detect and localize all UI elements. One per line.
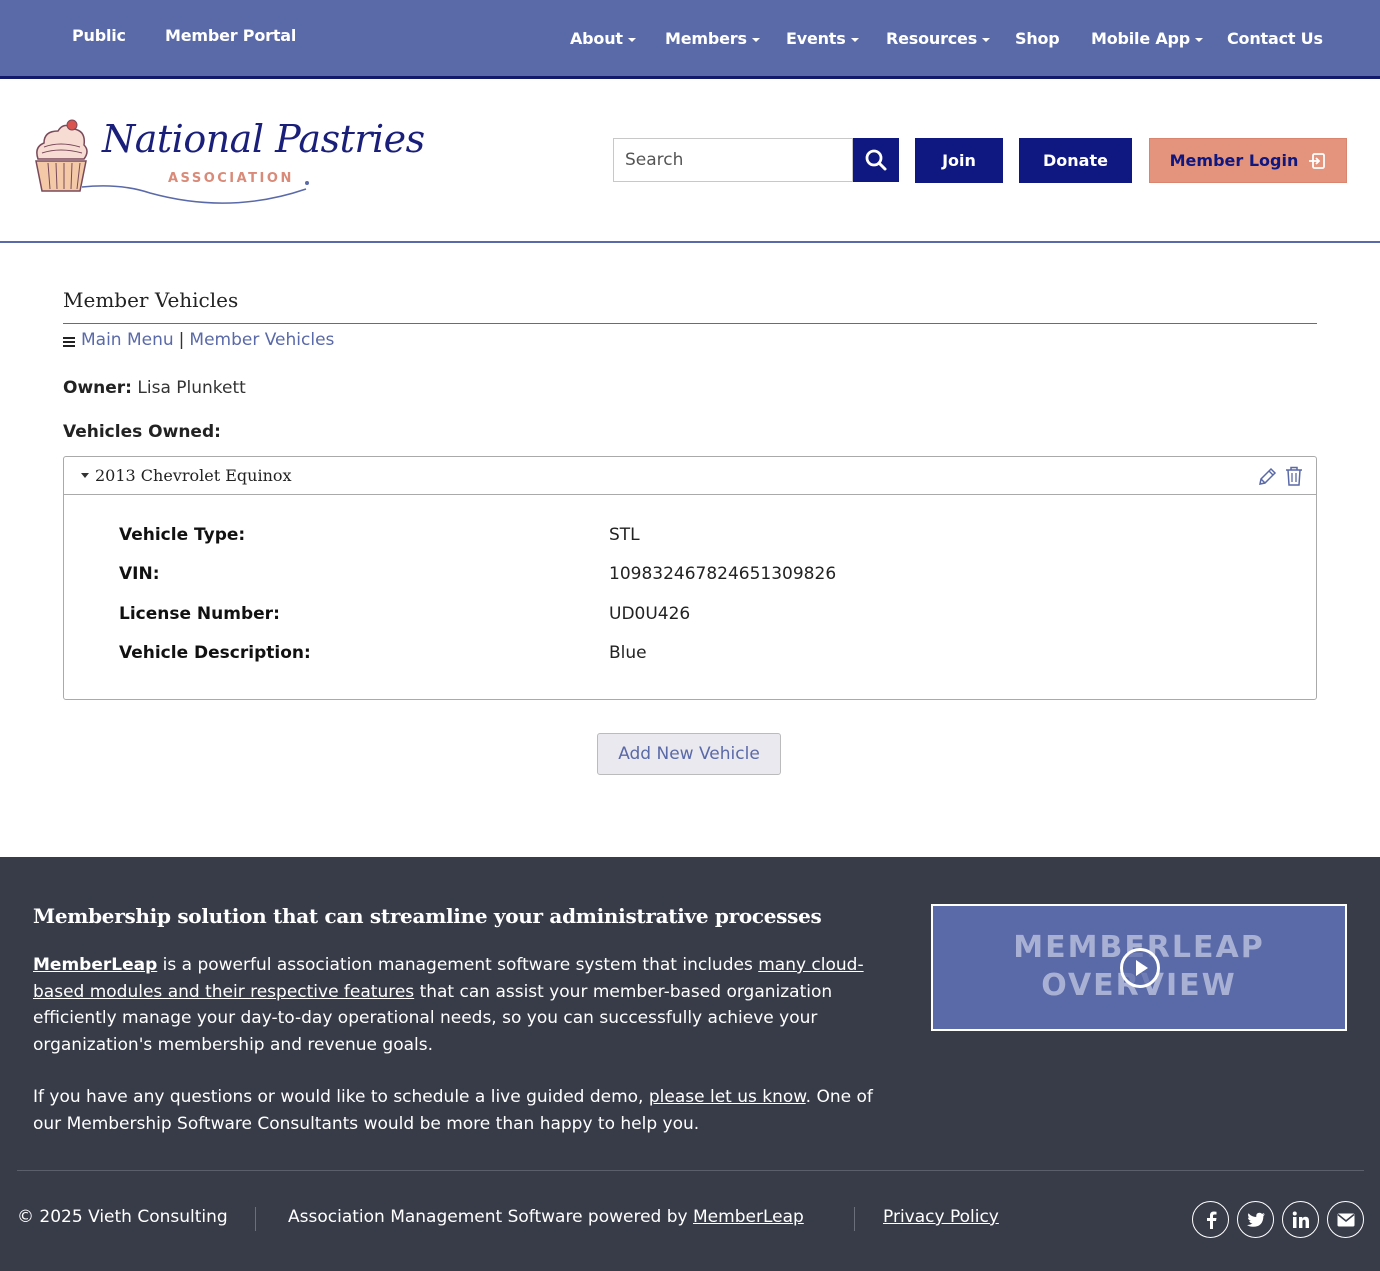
footer-separator xyxy=(255,1207,256,1231)
license-number-row: License Number: UD0U426 xyxy=(119,604,690,624)
field-value: UD0U426 xyxy=(609,604,691,624)
collapse-triangle-icon[interactable] xyxy=(81,473,89,478)
add-new-vehicle-button[interactable]: Add New Vehicle xyxy=(597,733,781,775)
member-login-label: Member Login xyxy=(1169,151,1299,170)
field-value: Blue xyxy=(609,643,647,663)
caret-down-icon xyxy=(1195,37,1204,42)
nav-resources-label: Resources xyxy=(886,29,978,48)
breadcrumb: Main Menu | Member Vehicles xyxy=(63,330,334,350)
search-input[interactable] xyxy=(613,138,853,182)
footer-divider xyxy=(17,1170,1364,1171)
nav-resources[interactable]: Resources xyxy=(886,29,991,48)
copyright: © 2025 Vieth Consulting xyxy=(17,1207,228,1227)
field-label: Vehicle Description: xyxy=(119,643,311,663)
site-logo[interactable]: National Pastries ASSOCIATION xyxy=(30,117,425,207)
owner-label: Owner: xyxy=(63,378,132,398)
footer-title: Membership solution that can streamline … xyxy=(33,904,822,928)
member-login-button[interactable]: Member Login xyxy=(1149,138,1347,183)
page-title: Member Vehicles xyxy=(63,288,239,312)
field-label: License Number: xyxy=(119,604,280,624)
field-label: Vehicle Type: xyxy=(119,525,246,545)
vehicle-type-row: Vehicle Type: STL xyxy=(119,525,640,545)
nav-about[interactable]: About xyxy=(570,29,636,48)
caret-down-icon xyxy=(982,37,991,42)
email-icon[interactable] xyxy=(1327,1201,1364,1238)
email-glyph xyxy=(1336,1213,1355,1226)
owner-line: Owner: Lisa Plunkett xyxy=(63,378,246,398)
field-value: STL xyxy=(609,525,640,545)
nav-contact-us-label: Contact Us xyxy=(1227,29,1323,48)
footer-separator xyxy=(854,1207,855,1231)
logo-swoosh-icon xyxy=(81,181,309,204)
para2-text1: If you have any questions or would like … xyxy=(33,1087,649,1107)
vehicle-name: 2013 Chevrolet Equinox xyxy=(95,466,292,485)
contact-us-link[interactable]: please let us know xyxy=(649,1087,806,1107)
twitter-glyph xyxy=(1246,1212,1265,1227)
vehicles-owned-heading: Vehicles Owned: xyxy=(63,422,221,442)
vehicles-owned-label: Vehicles Owned: xyxy=(63,422,221,442)
field-value: 109832467824651309826 xyxy=(609,564,837,584)
nav-contact-us[interactable]: Contact Us xyxy=(1227,29,1323,48)
twitter-icon[interactable] xyxy=(1237,1201,1274,1238)
site-header: National Pastries ASSOCIATION Join Donat… xyxy=(0,79,1380,243)
breadcrumb-main-menu[interactable]: Main Menu xyxy=(81,330,174,350)
nav-public[interactable]: Public xyxy=(72,26,126,45)
vehicle-description-row: Vehicle Description: Blue xyxy=(119,643,647,663)
login-icon xyxy=(1309,152,1326,169)
vin-row: VIN: 109832467824651309826 xyxy=(119,564,836,584)
nav-mobile-app-label: Mobile App xyxy=(1091,29,1191,48)
linkedin-icon[interactable] xyxy=(1282,1201,1319,1238)
nav-member-portal[interactable]: Member Portal xyxy=(165,26,296,45)
caret-down-icon xyxy=(751,37,760,42)
field-label: VIN: xyxy=(119,564,160,584)
memberleap-footer-link[interactable]: MemberLeap xyxy=(693,1207,804,1227)
search-icon xyxy=(865,149,887,171)
nav-shop-label: Shop xyxy=(1015,29,1060,48)
powered-by: Association Management Software powered … xyxy=(288,1207,804,1227)
facebook-glyph xyxy=(1206,1211,1216,1229)
privacy-policy-link[interactable]: Privacy Policy xyxy=(883,1207,999,1227)
facebook-icon[interactable] xyxy=(1192,1201,1229,1238)
trash-icon[interactable] xyxy=(1285,466,1303,486)
nav-events[interactable]: Events xyxy=(786,29,859,48)
footer-paragraph-2: If you have any questions or would like … xyxy=(33,1084,903,1137)
title-divider xyxy=(63,323,1317,324)
linkedin-glyph xyxy=(1292,1211,1309,1228)
caret-down-icon xyxy=(627,37,636,42)
vehicle-card: 2013 Chevrolet Equinox Vehicle Type: STL… xyxy=(63,456,1317,700)
para1-text1: is a powerful association management sof… xyxy=(157,955,759,975)
top-navigation: Public Member Portal About Members Event… xyxy=(0,0,1380,79)
pencil-icon[interactable] xyxy=(1257,467,1277,487)
caret-down-icon xyxy=(850,37,859,42)
powered-by-text: Association Management Software powered … xyxy=(288,1207,694,1227)
nav-shop[interactable]: Shop xyxy=(1015,29,1060,48)
nav-about-label: About xyxy=(570,29,623,48)
logo-name: National Pastries xyxy=(102,117,425,161)
menu-icon xyxy=(63,336,75,347)
donate-button[interactable]: Donate xyxy=(1019,138,1132,183)
footer-paragraph-1: MemberLeap is a powerful association man… xyxy=(33,952,903,1058)
owner-name: Lisa Plunkett xyxy=(137,378,246,398)
nav-members[interactable]: Members xyxy=(665,29,760,48)
nav-events-label: Events xyxy=(786,29,846,48)
search-button[interactable] xyxy=(853,138,899,182)
nav-members-label: Members xyxy=(665,29,747,48)
play-icon[interactable] xyxy=(1120,948,1160,988)
breadcrumb-separator: | xyxy=(178,330,185,350)
join-button[interactable]: Join xyxy=(915,138,1003,183)
overview-video[interactable]: MEMBERLEAP OVERVIEW xyxy=(931,904,1347,1031)
breadcrumb-member-vehicles[interactable]: Member Vehicles xyxy=(189,330,334,350)
nav-mobile-app[interactable]: Mobile App xyxy=(1091,29,1204,48)
site-footer: Membership solution that can streamline … xyxy=(0,857,1380,1271)
vehicle-card-header[interactable]: 2013 Chevrolet Equinox xyxy=(64,457,1316,495)
memberleap-link[interactable]: MemberLeap xyxy=(33,955,157,975)
